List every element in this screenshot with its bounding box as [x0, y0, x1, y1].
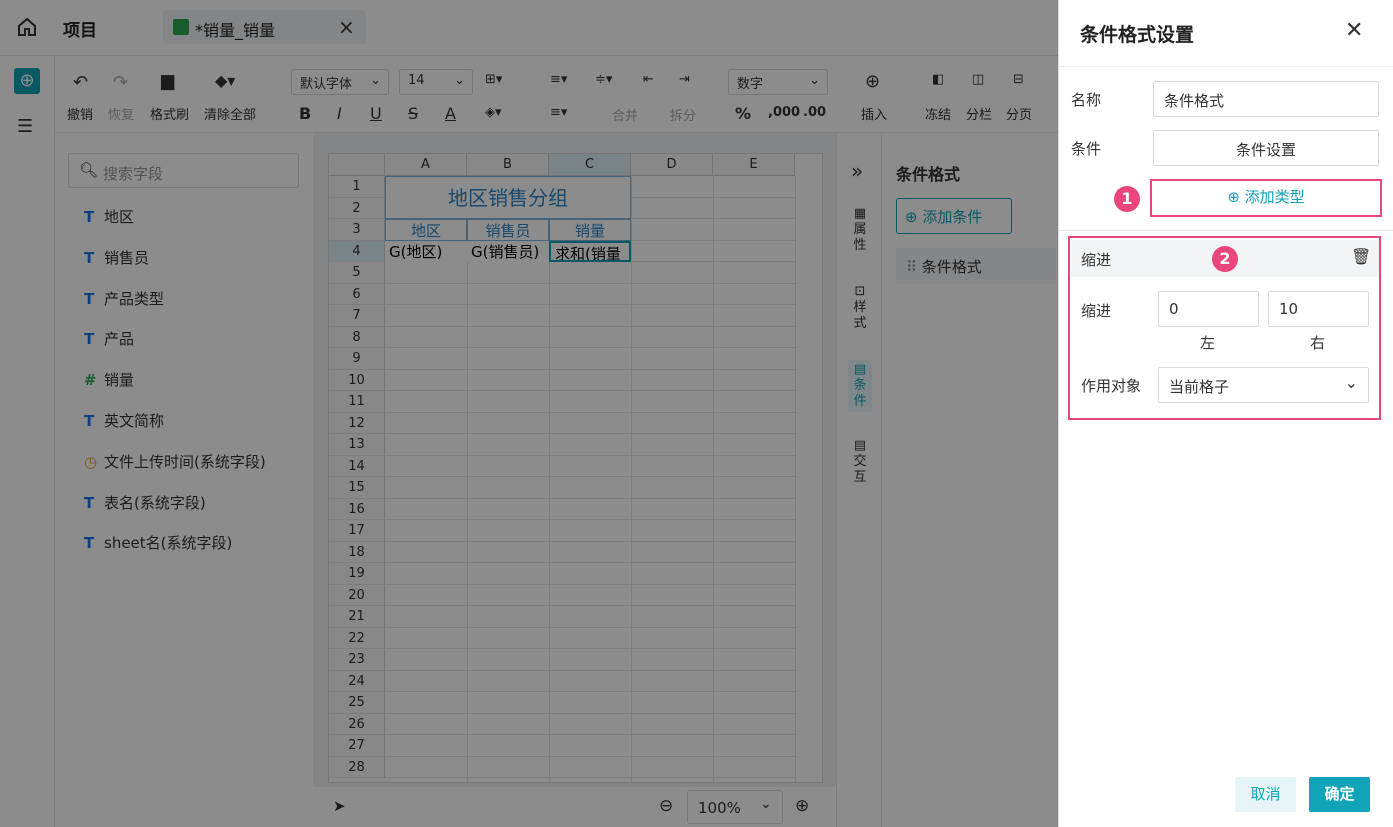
trash-icon[interactable]: 🗑︎: [1351, 247, 1371, 266]
dialog-title: 条件格式设置: [1080, 24, 1195, 46]
dialog-header-divider: [1059, 66, 1393, 67]
condition-label: 条件: [1071, 140, 1102, 158]
step-badge-1: 1: [1114, 186, 1140, 212]
indent-section-title: 缩进: [1081, 251, 1112, 269]
add-type-label: 添加类型: [1244, 188, 1305, 206]
name-label: 名称: [1071, 91, 1102, 109]
cancel-button[interactable]: 取消: [1235, 777, 1296, 812]
section-divider: [1059, 230, 1393, 231]
target-label: 作用对象: [1081, 377, 1142, 395]
close-icon[interactable]: ✕: [1345, 18, 1363, 43]
name-input[interactable]: 条件格式: [1153, 81, 1379, 117]
indent-left-input[interactable]: 0: [1158, 291, 1259, 327]
target-value: 当前格子: [1169, 378, 1230, 396]
target-select[interactable]: 当前格子 ⌄: [1158, 367, 1369, 403]
condition-settings-button[interactable]: 条件设置: [1153, 130, 1379, 166]
indent-label: 缩进: [1081, 302, 1112, 320]
right-caption: 右: [1310, 334, 1326, 352]
add-type-button[interactable]: ⊕ 添加类型: [1156, 186, 1376, 211]
confirm-button[interactable]: 确定: [1309, 777, 1370, 812]
chevron-down-icon: ⌄: [1344, 373, 1358, 392]
modal-overlay: [0, 0, 1058, 827]
indent-right-input[interactable]: 10: [1268, 291, 1369, 327]
step-badge-2: 2: [1212, 246, 1238, 272]
left-caption: 左: [1200, 334, 1216, 352]
plus-circle-icon: ⊕: [1227, 188, 1240, 206]
